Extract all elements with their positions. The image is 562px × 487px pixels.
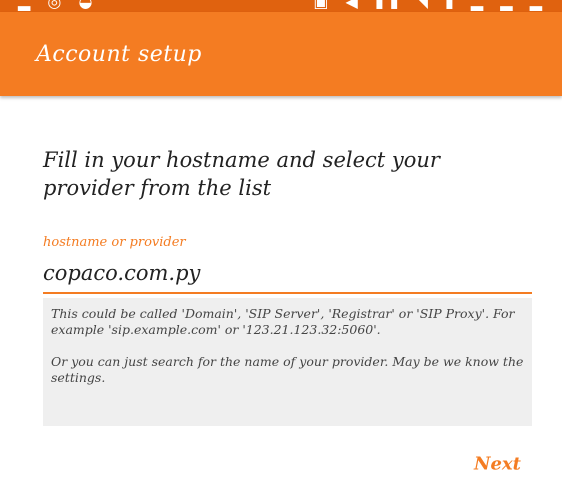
help-text-search: Or you can just search for the name of y… (51, 354, 524, 385)
page-title: Account setup (36, 42, 202, 67)
status-system-icons: ▣ ◀ ▮▮ ◥ ▮ ▂ ▂ ▂ (313, 0, 548, 11)
setup-instruction: Fill in your hostname and select your pr… (43, 148, 440, 200)
hostname-help-box: This could be called 'Domain', 'SIP Serv… (43, 298, 532, 426)
status-notification-icons: ▂ ◎ ◒ (18, 0, 99, 11)
hostname-input[interactable] (43, 254, 532, 294)
account-setup-screen: ▂ ◎ ◒ ▣ ◀ ▮▮ ◥ ▮ ▂ ▂ ▂ Account setup Fil… (0, 0, 562, 487)
status-bar: ▂ ◎ ◒ ▣ ◀ ▮▮ ◥ ▮ ▂ ▂ ▂ (0, 0, 562, 12)
app-bar: Account setup (0, 12, 562, 96)
next-button[interactable]: Next (468, 450, 527, 479)
hostname-field-label: hostname or provider (43, 235, 186, 250)
help-text-format: This could be called 'Domain', 'SIP Serv… (51, 306, 515, 337)
